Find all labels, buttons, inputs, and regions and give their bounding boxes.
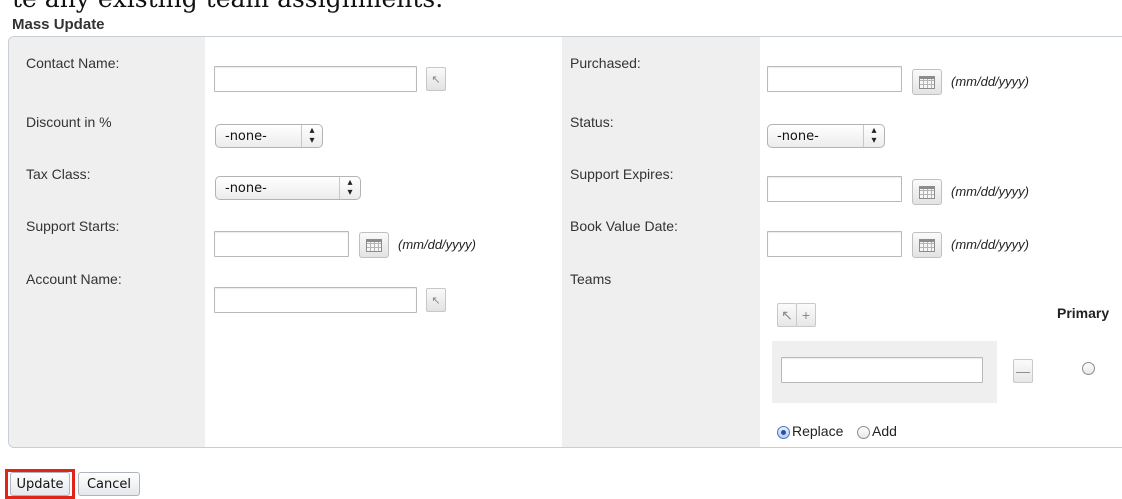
updown-arrows-icon: ▴ ▾ [339, 177, 360, 199]
purchased-label: Purchased: [570, 55, 641, 71]
calendar-icon [366, 238, 382, 252]
calendar-icon [919, 238, 935, 252]
status-label: Status: [570, 114, 614, 130]
left-label-column [9, 37, 205, 447]
teams-label: Teams [570, 271, 612, 287]
discount-select-value: -none- [225, 128, 267, 144]
cursor-arrow-icon: ↖ [781, 306, 793, 323]
support-expires-calendar-button[interactable] [912, 179, 942, 205]
cancel-button[interactable]: Cancel [78, 472, 140, 496]
clipped-instruction-text: te any existing team assignments. [12, 0, 443, 13]
support-starts-calendar-button[interactable] [359, 232, 389, 258]
tax-class-select-value: -none- [225, 180, 267, 196]
discount-label: Discount in % [26, 114, 112, 130]
book-value-date-input[interactable] [767, 231, 902, 257]
updown-arrows-icon: ▴ ▾ [301, 125, 322, 147]
status-select-value: -none- [777, 128, 819, 144]
support-expires-label: Support Expires: [570, 166, 674, 182]
tax-class-select[interactable]: -none- ▴ ▾ [215, 176, 361, 200]
calendar-icon [919, 75, 935, 89]
account-select-button[interactable]: ↖ [426, 288, 446, 312]
teams-add-button[interactable]: + [796, 303, 816, 327]
discount-select[interactable]: -none- ▴ ▾ [215, 124, 323, 148]
add-radio-label: Add [872, 423, 897, 439]
replace-radio[interactable] [777, 426, 790, 439]
book-value-date-label: Book Value Date: [570, 218, 678, 234]
status-select[interactable]: -none- ▴ ▾ [767, 124, 885, 148]
support-expires-input[interactable] [767, 176, 902, 202]
team-name-input[interactable] [781, 357, 983, 383]
tax-class-label: Tax Class: [26, 166, 91, 182]
replace-radio-label: Replace [792, 423, 844, 439]
calendar-icon [919, 185, 935, 199]
primary-column-header: Primary [1057, 305, 1110, 321]
add-radio[interactable] [857, 426, 870, 439]
contact-name-label: Contact Name: [26, 55, 120, 71]
account-name-label: Account Name: [26, 271, 122, 287]
purchased-format-hint: (mm/dd/yyyy) [951, 74, 1029, 89]
support-starts-format-hint: (mm/dd/yyyy) [398, 237, 476, 252]
teams-select-button[interactable]: ↖ [777, 303, 797, 327]
mass-update-panel: Contact Name: ↖ Discount in % -none- ▴ ▾ … [8, 36, 1122, 448]
support-starts-input[interactable] [214, 231, 349, 257]
cursor-arrow-icon: ↖ [431, 294, 441, 307]
support-starts-label: Support Starts: [26, 218, 120, 234]
support-expires-format-hint: (mm/dd/yyyy) [951, 184, 1029, 199]
contact-name-input[interactable] [214, 66, 417, 92]
account-name-input[interactable] [214, 287, 417, 313]
book-value-date-format-hint: (mm/dd/yyyy) [951, 237, 1029, 252]
update-button[interactable]: Update [10, 472, 70, 496]
mass-update-title: Mass Update [12, 16, 105, 33]
primary-team-radio[interactable] [1082, 362, 1095, 375]
cursor-arrow-icon: ↖ [431, 73, 441, 86]
team-remove-button[interactable]: — [1013, 359, 1033, 383]
purchased-input[interactable] [767, 66, 902, 92]
right-label-column [562, 37, 760, 447]
purchased-calendar-button[interactable] [912, 69, 942, 95]
book-value-date-calendar-button[interactable] [912, 232, 942, 258]
plus-icon: + [801, 307, 811, 323]
updown-arrows-icon: ▴ ▾ [863, 125, 884, 147]
contact-select-button[interactable]: ↖ [426, 67, 446, 91]
minus-icon: — [1016, 363, 1030, 379]
